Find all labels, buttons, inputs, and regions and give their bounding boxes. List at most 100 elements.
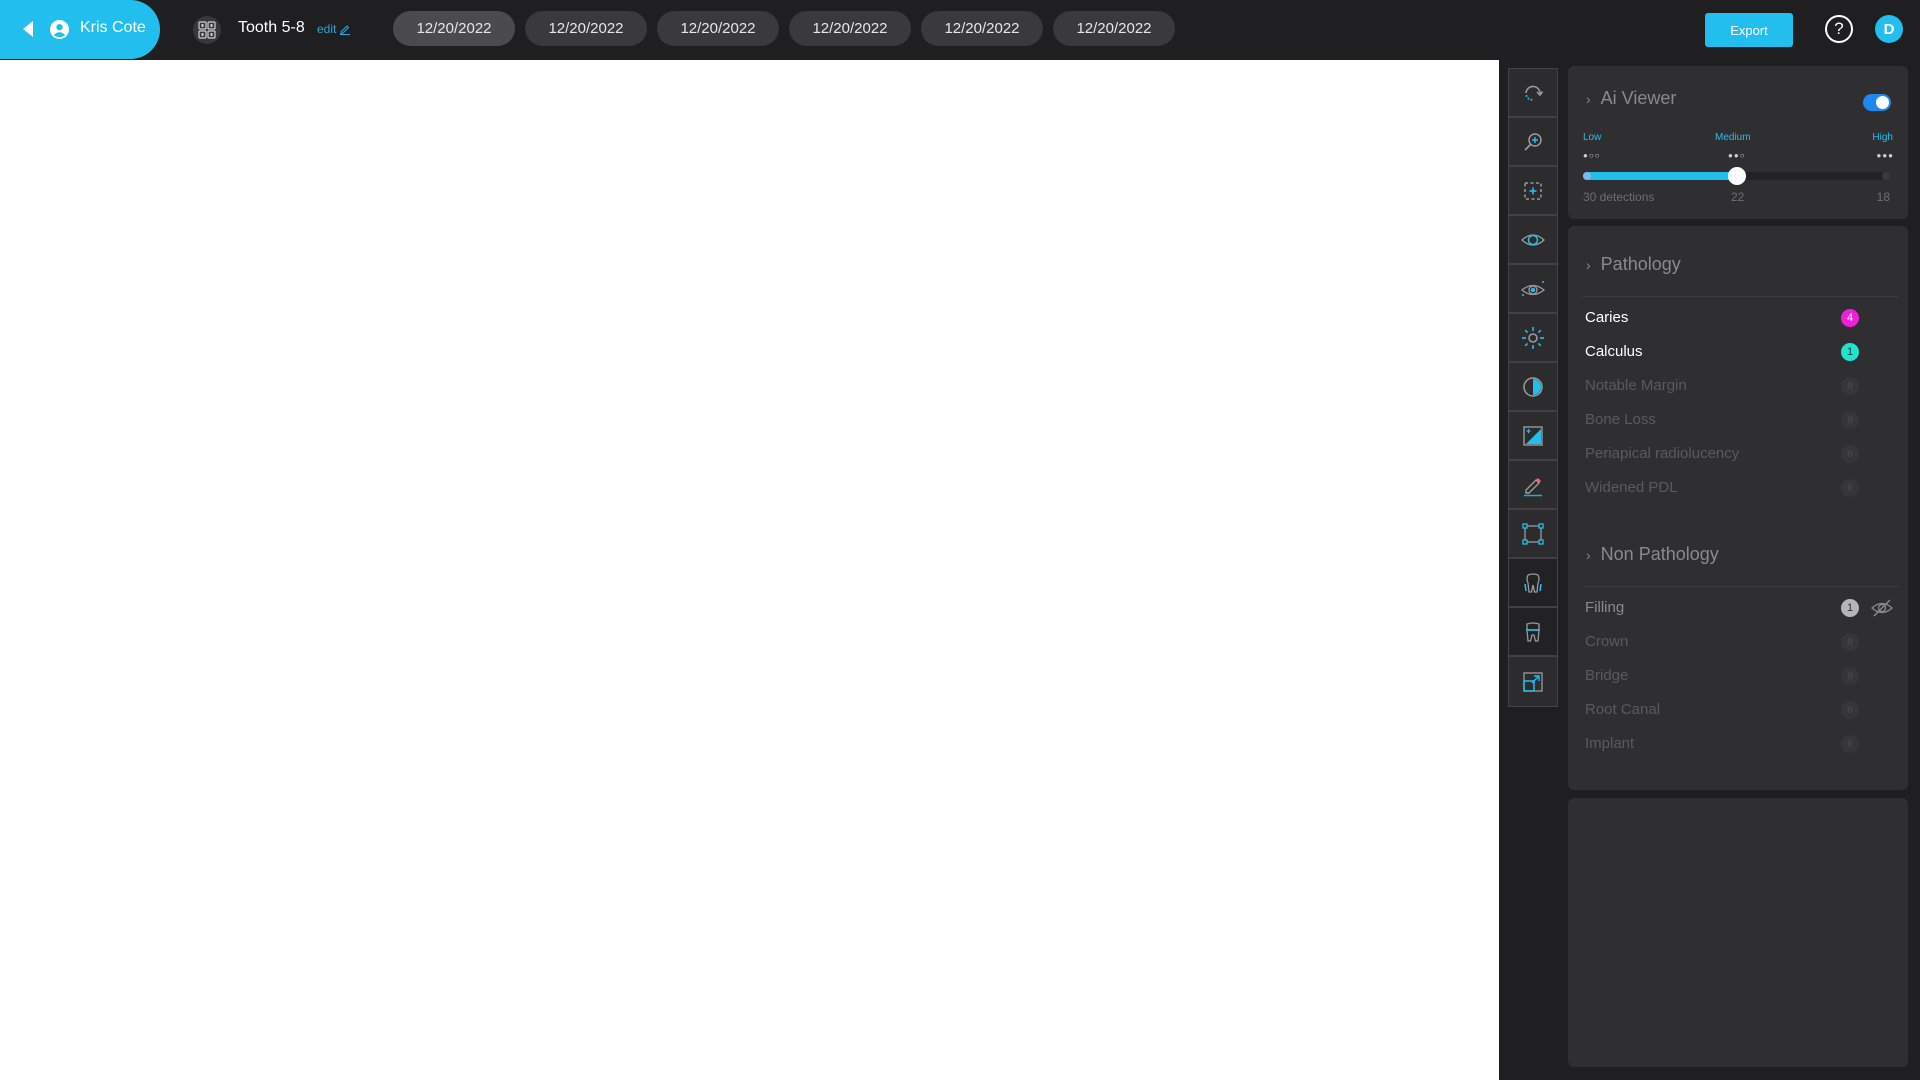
tooth-crown-button[interactable]	[1509, 608, 1557, 657]
focus-view-button[interactable]	[1509, 265, 1557, 314]
back-to-patient-button[interactable]: Kris Cote	[0, 0, 160, 59]
rotate-icon	[1525, 85, 1544, 101]
count-badge: 0	[1841, 667, 1859, 685]
sensitivity-medium-label[interactable]: Medium	[1715, 132, 1751, 143]
export-button[interactable]: Export	[1705, 13, 1793, 47]
study-date-tabs: 12/20/2022 12/20/2022 12/20/2022 12/20/2…	[393, 11, 1175, 46]
finding-label: Caries	[1585, 309, 1629, 326]
tooth-title: Tooth 5-8	[238, 19, 305, 36]
finding-label: Implant	[1585, 735, 1635, 752]
count-badge: 0	[1841, 735, 1859, 753]
bounding-box-icon	[1522, 522, 1544, 545]
finding-row-bone-loss[interactable]: Bone Loss 0	[1585, 408, 1895, 432]
eye-icon	[1521, 233, 1545, 246]
count-badge: 0	[1841, 411, 1859, 429]
user-icon	[50, 20, 69, 39]
chevron-right-icon: ›	[1586, 546, 1591, 563]
finding-label: Widened PDL	[1585, 479, 1678, 496]
finding-label: Crown	[1585, 633, 1629, 650]
zoom-button[interactable]	[1509, 118, 1557, 167]
image-viewer-canvas[interactable]	[0, 60, 1499, 1080]
finding-row-periapical-radiolucency[interactable]: Periapical radiolucency 0	[1585, 442, 1895, 466]
view-button[interactable]	[1509, 216, 1557, 265]
slider-thumb[interactable]	[1727, 167, 1746, 185]
date-tab[interactable]: 12/20/2022	[921, 11, 1043, 46]
image-adjust-icon	[1523, 425, 1543, 446]
count-badge: 4	[1841, 309, 1859, 327]
finding-label: Notable Margin	[1585, 377, 1687, 394]
date-tab[interactable]: 12/20/2022	[393, 11, 515, 46]
tooth-roots-icon	[1524, 572, 1542, 593]
non-pathology-divider	[1583, 586, 1899, 587]
details-card	[1568, 798, 1908, 1067]
date-tab[interactable]: 12/20/2022	[1053, 11, 1175, 46]
count-badge: 1	[1841, 599, 1859, 617]
tooth-crown-icon	[1526, 621, 1540, 642]
sensitivity-high-label[interactable]: High	[1872, 132, 1893, 143]
help-icon[interactable]: ?	[1825, 15, 1853, 43]
avatar[interactable]: D	[1875, 15, 1903, 43]
count-badge: 1	[1841, 343, 1859, 361]
pathology-header[interactable]: › Pathology	[1586, 254, 1681, 275]
select-region-icon	[1524, 181, 1542, 200]
expand-button[interactable]	[1509, 657, 1557, 706]
edit-title-link[interactable]: edit	[317, 22, 351, 36]
bounding-box-button[interactable]	[1509, 510, 1557, 559]
finding-label: Periapical radiolucency	[1585, 445, 1740, 462]
chevron-right-icon: ›	[1586, 256, 1591, 273]
date-tab[interactable]: 12/20/2022	[657, 11, 779, 46]
tooth-roots-button[interactable]	[1509, 559, 1557, 608]
date-tab[interactable]: 12/20/2022	[789, 11, 911, 46]
layout-grid-button[interactable]	[193, 16, 221, 44]
brightness-button[interactable]	[1509, 314, 1557, 363]
edit-label: edit	[317, 22, 337, 36]
back-arrow-icon	[23, 21, 33, 37]
ai-viewer-header[interactable]: › Ai Viewer	[1586, 88, 1676, 109]
brightness-icon	[1522, 326, 1544, 349]
non-pathology-header[interactable]: › Non Pathology	[1586, 544, 1719, 565]
finding-row-bridge[interactable]: Bridge 0	[1585, 664, 1895, 688]
expand-icon	[1523, 671, 1543, 692]
finding-row-root-canal[interactable]: Root Canal 0	[1585, 698, 1895, 722]
medium-detections-count: 22	[1731, 190, 1745, 204]
finding-label: Bridge	[1585, 667, 1629, 684]
pencil-edit-icon	[340, 25, 351, 35]
sensitivity-high-dots-icon: ●●●	[1876, 151, 1894, 160]
image-adjust-button[interactable]	[1509, 412, 1557, 461]
finding-row-crown[interactable]: Crown 0	[1585, 630, 1895, 654]
date-tab[interactable]: 12/20/2022	[525, 11, 647, 46]
low-detections-count: 30 detections	[1583, 190, 1655, 204]
non-pathology-title: Non Pathology	[1600, 544, 1719, 564]
toggle-knob	[1876, 96, 1889, 109]
finding-row-caries[interactable]: Caries 4	[1585, 306, 1895, 330]
count-badge: 0	[1841, 633, 1859, 651]
count-badge: 0	[1841, 377, 1859, 395]
finding-row-widened-pdl[interactable]: Widened PDL 0	[1585, 476, 1895, 500]
finding-label: Calculus	[1585, 343, 1643, 360]
finding-label: Filling	[1585, 599, 1625, 616]
eye-focus-icon	[1520, 280, 1546, 296]
pencil-icon	[1524, 477, 1542, 496]
select-region-button[interactable]	[1509, 167, 1557, 216]
ai-viewer-toggle[interactable]	[1863, 94, 1891, 111]
finding-row-filling[interactable]: Filling 1	[1585, 596, 1895, 620]
sensitivity-slider[interactable]	[1583, 167, 1890, 185]
eye-slash-icon[interactable]	[1871, 598, 1893, 618]
count-badge: 0	[1841, 701, 1859, 719]
high-detections-count: 18	[1876, 190, 1890, 204]
finding-row-notable-margin[interactable]: Notable Margin 0	[1585, 374, 1895, 398]
patient-name: Kris Cote	[80, 19, 146, 36]
sensitivity-low-label[interactable]: Low	[1583, 132, 1601, 143]
count-badge: 0	[1841, 479, 1859, 497]
finding-row-implant[interactable]: Implant 0	[1585, 732, 1895, 756]
rotate-button[interactable]	[1509, 69, 1557, 118]
count-badge: 0	[1841, 445, 1859, 463]
contrast-icon	[1523, 376, 1543, 397]
draw-button[interactable]	[1509, 461, 1557, 510]
finding-row-calculus[interactable]: Calculus 1	[1585, 340, 1895, 364]
zoom-in-icon	[1524, 132, 1542, 151]
viewer-toolbar	[1508, 68, 1558, 707]
contrast-button[interactable]	[1509, 363, 1557, 412]
tooth-grid-icon	[198, 21, 216, 39]
findings-card: › Pathology Caries 4 Calculus 1 Notable …	[1568, 226, 1908, 790]
